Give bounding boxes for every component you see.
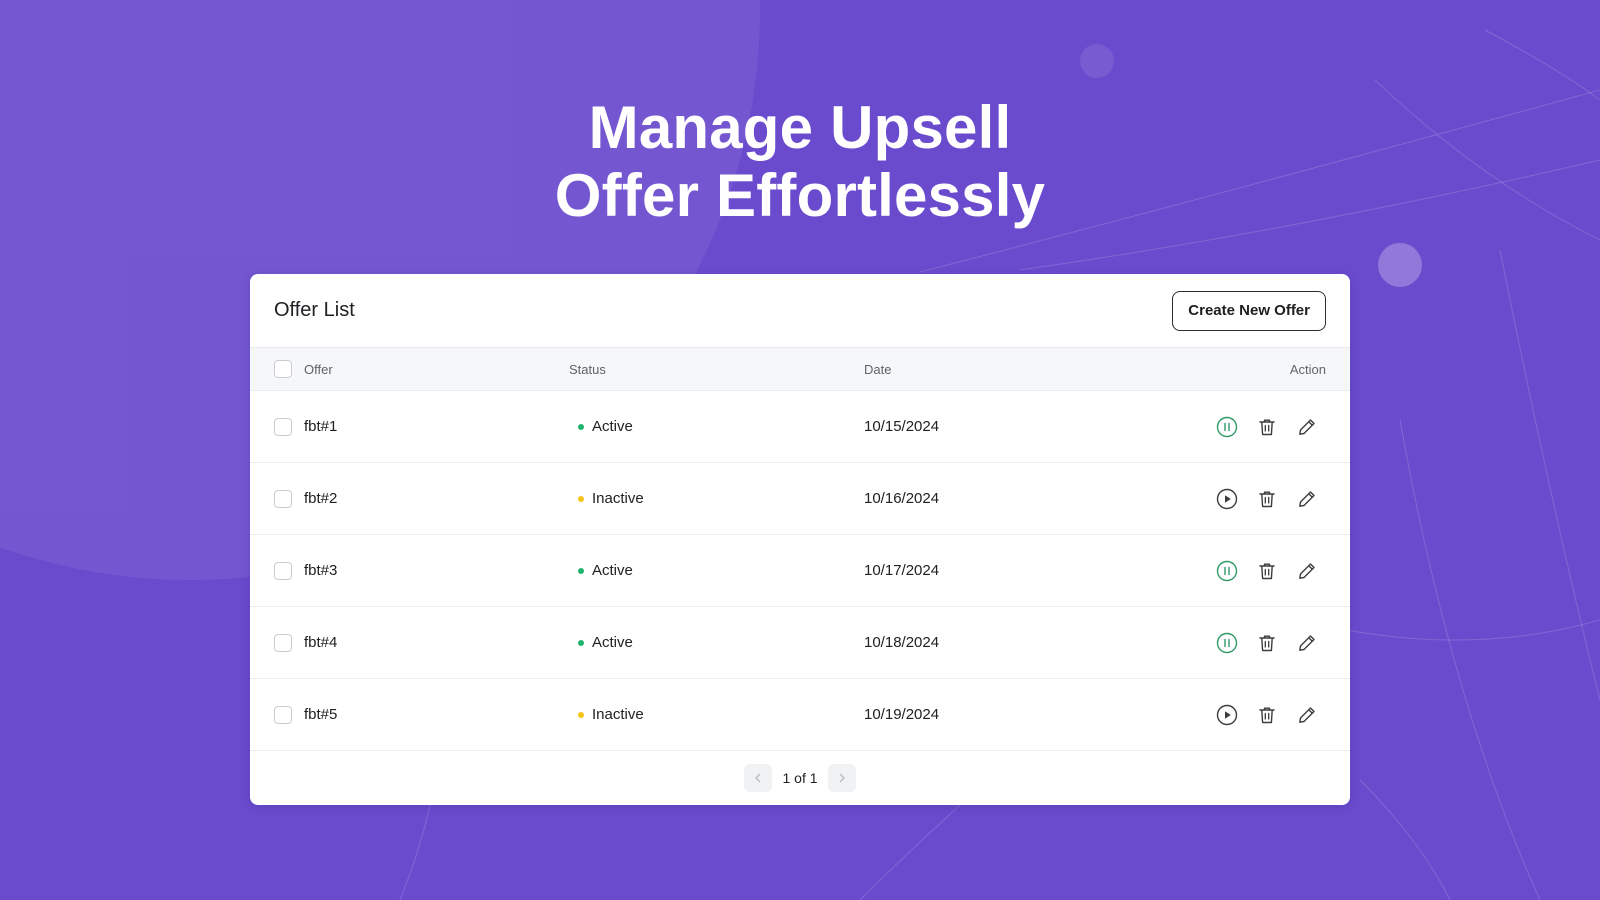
status-badge: Active (569, 562, 633, 579)
row-checkbox[interactable] (274, 561, 292, 580)
play-icon (1216, 704, 1238, 725)
table-row: fbt#3 Active 10/17/2024 (250, 535, 1350, 607)
create-new-offer-button[interactable]: Create New Offer (1172, 290, 1326, 331)
row-actions (1164, 704, 1326, 726)
status-text: Active (592, 634, 633, 651)
chevron-left-icon (755, 773, 761, 783)
status-dot (578, 711, 584, 718)
edit-offer-button[interactable] (1296, 632, 1318, 654)
offer-date: 10/15/2024 (864, 418, 940, 435)
trash-icon (1259, 491, 1275, 507)
table-row: fbt#2 Inactive 10/16/2024 (250, 463, 1350, 535)
row-actions (1164, 560, 1326, 582)
pause-offer-button[interactable] (1216, 560, 1238, 582)
status-badge: Active (569, 634, 633, 651)
pause-icon (1216, 632, 1238, 653)
status-text: Inactive (592, 490, 644, 507)
chevron-right-icon (839, 773, 845, 783)
row-checkbox[interactable] (274, 417, 292, 436)
table-row: fbt#1 Active 10/15/2024 (250, 391, 1350, 463)
status-text: Active (592, 562, 633, 579)
trash-icon (1259, 419, 1275, 435)
trash-icon (1259, 563, 1275, 579)
header-offer: Offer (304, 361, 333, 377)
row-checkbox[interactable] (274, 489, 292, 508)
status-badge: Active (569, 418, 633, 435)
delete-offer-button[interactable] (1256, 416, 1278, 438)
pause-offer-button[interactable] (1216, 416, 1238, 438)
pause-icon (1216, 416, 1238, 437)
row-checkbox[interactable] (274, 633, 292, 652)
status-dot (578, 423, 584, 430)
pencil-icon (1299, 634, 1315, 651)
offer-name: fbt#3 (304, 562, 338, 579)
delete-offer-button[interactable] (1256, 632, 1278, 654)
trash-icon (1259, 635, 1275, 651)
edit-offer-button[interactable] (1296, 560, 1318, 582)
page-indicator: 1 of 1 (782, 770, 818, 786)
delete-offer-button[interactable] (1256, 488, 1278, 510)
edit-offer-button[interactable] (1296, 416, 1318, 438)
card-title: Offer List (274, 299, 355, 321)
status-text: Inactive (592, 706, 644, 723)
play-icon (1216, 488, 1238, 509)
offer-date: 10/17/2024 (864, 562, 940, 579)
headline-line-1: Manage Upsell (588, 94, 1012, 161)
next-page-button[interactable] (827, 764, 856, 792)
offer-name: fbt#5 (304, 706, 338, 723)
header-date: Date (864, 361, 892, 377)
table-body: fbt#1 Active 10/15/2024 fbt#2 Inactive 1… (250, 391, 1350, 751)
offer-date: 10/18/2024 (864, 634, 940, 651)
pencil-icon (1299, 706, 1315, 723)
select-all-checkbox[interactable] (274, 360, 292, 378)
row-checkbox[interactable] (274, 705, 292, 724)
headline: Manage Upsell Offer Effortlessly (0, 94, 1600, 230)
status-badge: Inactive (569, 490, 644, 507)
status-dot (578, 567, 584, 574)
delete-offer-button[interactable] (1256, 704, 1278, 726)
activate-offer-button[interactable] (1216, 488, 1238, 510)
status-badge: Inactive (569, 706, 644, 723)
pencil-icon (1299, 418, 1315, 435)
previous-page-button[interactable] (744, 764, 773, 792)
header-action: Action (1289, 361, 1326, 377)
edit-offer-button[interactable] (1296, 488, 1318, 510)
row-actions (1164, 416, 1326, 438)
pencil-icon (1299, 562, 1315, 579)
activate-offer-button[interactable] (1216, 704, 1238, 726)
edit-offer-button[interactable] (1296, 704, 1318, 726)
status-text: Active (592, 418, 633, 435)
table-row: fbt#4 Active 10/18/2024 (250, 607, 1350, 679)
trash-icon (1259, 707, 1275, 723)
offer-name: fbt#4 (304, 634, 338, 651)
table-header: Offer Status Date Action (250, 348, 1350, 391)
headline-line-2: Offer Effortlessly (554, 162, 1046, 229)
offer-date: 10/19/2024 (864, 706, 940, 723)
pause-icon (1216, 560, 1238, 581)
offer-name: fbt#1 (304, 418, 338, 435)
status-dot (578, 639, 584, 646)
offer-date: 10/16/2024 (864, 490, 940, 507)
delete-offer-button[interactable] (1256, 560, 1278, 582)
pencil-icon (1299, 490, 1315, 507)
row-actions (1164, 488, 1326, 510)
row-actions (1164, 632, 1326, 654)
status-dot (578, 495, 584, 502)
table-row: fbt#5 Inactive 10/19/2024 (250, 679, 1350, 751)
card-header: Offer List Create New Offer (250, 274, 1350, 348)
offer-name: fbt#2 (304, 490, 338, 507)
pause-offer-button[interactable] (1216, 632, 1238, 654)
offer-list-card: Offer List Create New Offer Offer Status… (250, 274, 1350, 805)
pagination: 1 of 1 (250, 751, 1350, 805)
header-status: Status (569, 361, 606, 377)
